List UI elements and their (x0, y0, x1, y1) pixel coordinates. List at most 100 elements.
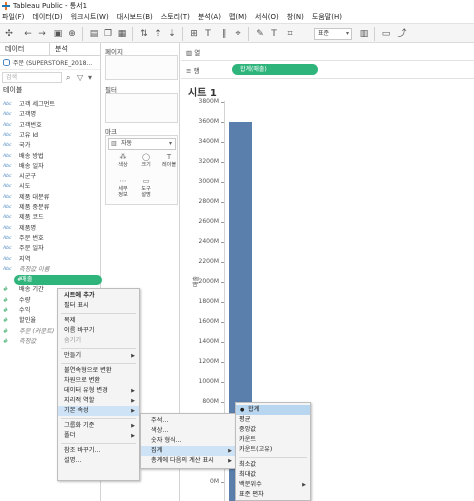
data-field[interactable]: Abc 제품 중분류 (0, 203, 100, 213)
data-field[interactable]: Abc 고유 Id (0, 131, 100, 141)
view-options-icon[interactable]: ▾ (88, 73, 92, 82)
menu-agg-min[interactable]: 최소값 (236, 460, 310, 470)
menu-worksheet[interactable]: 워크시트(W) (71, 12, 109, 22)
pages-shelf[interactable] (105, 55, 178, 80)
data-field[interactable]: Abc 주문 일자 (0, 244, 100, 254)
menu-change-data-type[interactable]: 데이터 유형 변경 ▶ (58, 386, 139, 396)
menu-agg-sum[interactable]: ● 합계 (236, 405, 310, 415)
menu-agg-avg[interactable]: 평균 (236, 415, 310, 425)
share-icon[interactable]: ⤴ (396, 28, 408, 40)
tab-data[interactable]: 데이터 (0, 43, 50, 55)
menu-convert-dimension[interactable]: 차원으로 변환 (58, 376, 139, 386)
menu-comment[interactable]: 주석... (141, 416, 236, 426)
menu-convert-discrete[interactable]: 불연속형으로 변환 (58, 366, 139, 376)
menu-add-to-sheet[interactable]: 시트에 추가 (58, 291, 139, 301)
label-button[interactable]: T 레이블 (158, 153, 180, 173)
menu-help[interactable]: 도움말(H) (312, 12, 342, 22)
clear-sheet-icon[interactable]: ▦ (116, 28, 128, 40)
data-field[interactable]: Abc 고객 세그먼트 (0, 100, 100, 110)
menu-separator (61, 313, 136, 314)
datasource-name: 주문 (SUPERSTORE_2018... (13, 60, 93, 67)
measure-type-icon: # (3, 296, 9, 304)
menu-create[interactable]: 만들기 ▶ (58, 351, 139, 361)
sort-ascending-icon[interactable]: ⇡ (152, 28, 164, 40)
menu-map[interactable]: 맵(M) (229, 12, 247, 22)
datasource-item[interactable]: 주문 (SUPERSTORE_2018... (0, 56, 100, 70)
redo-icon[interactable]: → (36, 28, 48, 40)
undo-icon[interactable]: ← (22, 28, 34, 40)
menu-show-filter[interactable]: 필터 표시 (58, 301, 139, 311)
menu-agg-stdev[interactable]: 표준 편차 (236, 490, 310, 500)
color-button[interactable]: ⁂ 색상 (112, 153, 134, 173)
menu-data[interactable]: 데이터(D) (32, 12, 62, 22)
mark-type-select[interactable]: 자동 (108, 138, 176, 150)
data-field[interactable]: Abc 제품명 (0, 224, 100, 234)
size-button[interactable]: ◯ 크기 (135, 153, 157, 173)
show-cards-icon[interactable]: ▥ (358, 28, 370, 40)
menu-aggregation[interactable]: 집계 ▶ (141, 446, 236, 456)
tab-analysis[interactable]: 분석 (50, 43, 100, 55)
save-icon[interactable]: ▣ (52, 28, 64, 40)
search-icon[interactable]: ⌕ (66, 73, 70, 83)
menu-story[interactable]: 스토리(T) (161, 12, 190, 22)
menu-folders[interactable]: 폴더 ▶ (58, 431, 139, 441)
filter-icon[interactable]: ▽ (77, 73, 83, 82)
data-field[interactable]: Abc 고객번호 (0, 121, 100, 131)
columns-shelf[interactable]: ▥ 열 (181, 43, 474, 61)
show-labels-icon[interactable]: T (202, 28, 214, 40)
menu-agg-count[interactable]: 카운트 (236, 435, 310, 445)
menu-analysis[interactable]: 분석(A) (198, 12, 221, 22)
data-field[interactable]: Abc 주문 번호 (0, 234, 100, 244)
menu-default-properties[interactable]: 기본 속성 ▶ (58, 406, 139, 416)
data-field[interactable]: Abc 측정값 이름 (0, 265, 100, 275)
sort-descending-icon[interactable]: ⇣ (166, 28, 178, 40)
new-sheet-icon[interactable]: ▤ (88, 28, 100, 40)
fit-view-select[interactable]: 표준 (314, 28, 352, 40)
add-datasource-icon[interactable]: ⊕ (66, 28, 78, 40)
tableau-home-icon[interactable]: ✣ (3, 28, 15, 40)
menu-total-using[interactable]: 총계에 다음의 계산 표시 ▶ (141, 456, 236, 466)
duplicate-sheet-icon[interactable]: ❐ (102, 28, 114, 40)
data-field[interactable]: Abc 제품 대분류 (0, 193, 100, 203)
menu-duplicate[interactable]: 복제 (58, 316, 139, 326)
swap-axes-icon[interactable]: ⇅ (138, 28, 150, 40)
pin-icon[interactable]: ⌖ (232, 28, 244, 40)
annotate-icon[interactable]: ✎ (254, 28, 266, 40)
data-field[interactable]: Abc 국가 (0, 141, 100, 151)
rows-pill-sum-sales[interactable]: 합계(매출) (232, 64, 318, 75)
group-members-icon[interactable]: ⊞ (188, 28, 200, 40)
menu-window[interactable]: 창(N) (287, 12, 304, 22)
rows-shelf[interactable]: ≡ 행 합계(매출) (181, 61, 474, 79)
field-search-input[interactable]: 검색 (2, 72, 62, 83)
menu-agg-max[interactable]: 최대값 (236, 470, 310, 480)
data-field[interactable]: Abc 고객명 (0, 110, 100, 120)
data-field[interactable]: Abc 시도 (0, 182, 100, 192)
data-field[interactable]: Abc 시군구 (0, 172, 100, 182)
menu-number-format[interactable]: 숫자 형식... (141, 436, 236, 446)
fix-axes-icon[interactable]: ⌗ (284, 28, 296, 40)
submenu-arrow-icon: ▶ (131, 398, 135, 404)
data-field-selected[interactable]: # 매출 (14, 275, 102, 286)
menu-agg-countd[interactable]: 카운트(고유) (236, 445, 310, 455)
menu-agg-percentile[interactable]: 백분위수 ▶ (236, 480, 310, 490)
menu-dashboard[interactable]: 대시보드(B) (117, 12, 153, 22)
menu-replace-references[interactable]: 참조 바꾸기... (58, 446, 139, 456)
presentation-mode-icon[interactable]: ▭ (380, 28, 392, 40)
menu-describe[interactable]: 설명... (58, 456, 139, 466)
menu-agg-median[interactable]: 중앙값 (236, 425, 310, 435)
menu-rename[interactable]: 이름 바꾸기 (58, 326, 139, 336)
detail-button[interactable]: ⋯ 세부 정보 (112, 177, 134, 198)
menu-color[interactable]: 색상... (141, 426, 236, 436)
data-field[interactable]: Abc 제품 코드 (0, 213, 100, 223)
filters-shelf[interactable] (105, 93, 178, 123)
menu-group-by[interactable]: 그룹화 기준 ▶ (58, 421, 139, 431)
menu-format[interactable]: 서식(O) (255, 12, 279, 22)
tooltip-button[interactable]: ▭ 도구 설명 (135, 177, 157, 198)
data-field[interactable]: Abc 배송 방법 (0, 152, 100, 162)
highlight-icon[interactable]: ∥ (218, 28, 230, 40)
data-field[interactable]: Abc 배송 일자 (0, 162, 100, 172)
menu-file[interactable]: 파일(F) (2, 12, 24, 22)
text-format-icon[interactable]: T (268, 28, 280, 40)
menu-geographic-role[interactable]: 지리적 역할 ▶ (58, 396, 139, 406)
data-field[interactable]: Abc 지역 (0, 255, 100, 265)
